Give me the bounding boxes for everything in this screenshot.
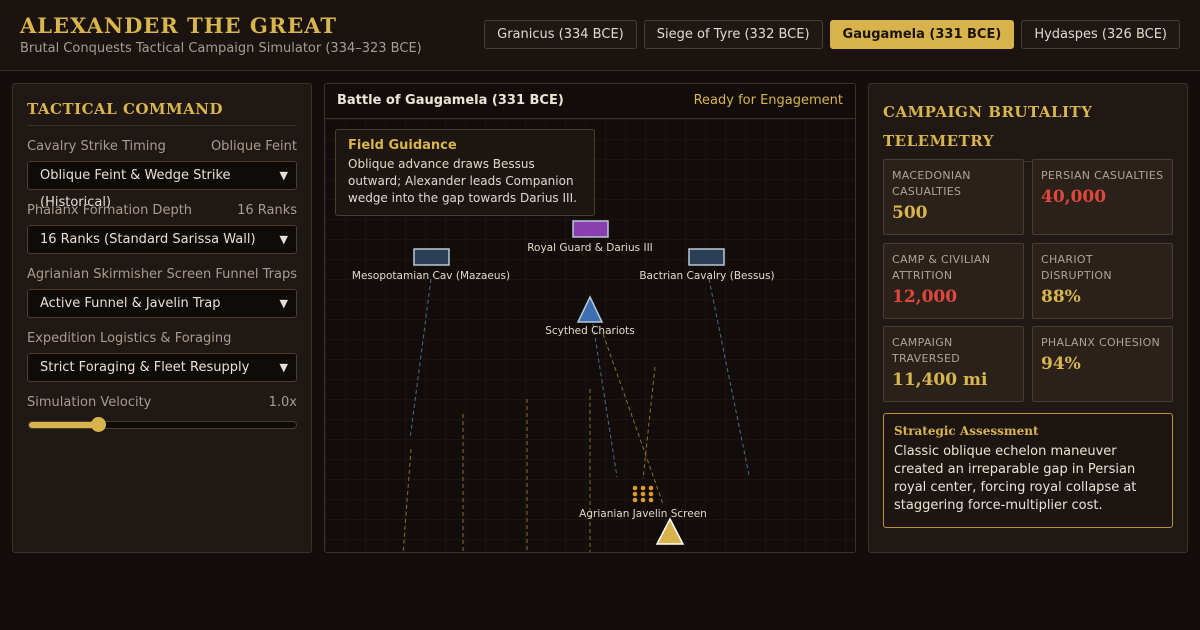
stat-value: 40,000 [1041,187,1107,207]
stat-value: 500 [892,203,928,223]
stat-label: CHARIOT DISRUPTION [1041,253,1112,282]
battle-title: Battle of Gaugamela (331 BCE) [337,93,564,108]
phalanx-depth-row: Phalanx Formation Depth 16 Ranks [27,203,297,218]
stat-label: CAMP & CIVILIAN ATTRITION [892,253,991,282]
stat-label: PERSIAN CASUALTIES [1041,169,1164,182]
scythed-chariots-label: Scythed Chariots [545,325,635,337]
bactrian-cavalry-label: Bactrian Cavalry (Bessus) [639,270,774,282]
tab-granicus[interactable]: Granicus (334 BCE) [484,20,637,49]
telemetry-title: CAMPAIGN BRUTALITY TELEMETRY [883,98,1173,162]
agrianian-skirmisher-unit[interactable] [632,485,654,503]
phalanx-depth-label: Phalanx Formation Depth [27,203,193,218]
logistics-selected: Strict Foraging & Fleet Resupply [40,360,250,375]
stat-label: MACEDONIAN CASUALTIES [892,169,971,198]
skirmisher-screen-select[interactable]: Active Funnel & Javelin Trap ▼ [27,289,297,318]
map-header: Battle of Gaugamela (331 BCE) Ready for … [325,84,855,119]
stat-value: 12,000 [892,287,958,307]
velocity-slider[interactable] [28,417,297,432]
stat-value: 11,400 mi [892,370,988,390]
cavalry-timing-value: Oblique Feint [210,139,297,154]
cavalry-timing-label: Cavalry Strike Timing [27,139,166,154]
field-guidance-title: Field Guidance [348,138,457,153]
phalanx-depth-selected: 16 Ranks (Standard Sarissa Wall) [40,232,256,247]
stat-value: 94% [1041,354,1081,374]
stat-label: PHALANX COHESION [1041,336,1161,349]
chevron-down-icon: ▼ [279,233,288,246]
agrianian-label: Agrianian Javelin Screen [579,508,707,520]
field-guidance-box: Field Guidance Oblique advance draws Bes… [335,129,595,216]
stat-macedonian-casualties: MACEDONIAN CASUALTIES 500 [883,159,1024,235]
battle-tabs: Granicus (334 BCE) Siege of Tyre (332 BC… [484,20,1180,49]
app-subtitle: Brutal Conquests Tactical Campaign Simul… [20,41,422,56]
chevron-down-icon: ▼ [279,169,288,182]
app-header: ALEXANDER THE GREAT Brutal Conquests Tac… [0,0,1200,71]
telemetry-panel: CAMPAIGN BRUTALITY TELEMETRY MACEDONIAN … [868,83,1188,553]
stat-civilian-attrition: CAMP & CIVILIAN ATTRITION 12,000 [883,243,1024,319]
velocity-row: Simulation Velocity 1.0x [27,395,297,410]
chevron-down-icon: ▼ [279,361,288,374]
app-title: ALEXANDER THE GREAT [20,13,338,38]
engagement-status: Ready for Engagement [693,93,843,108]
skirmisher-screen-value: Funnel Traps [215,267,297,282]
tab-hydaspes[interactable]: Hydaspes (326 BCE) [1021,20,1180,49]
stat-phalanx-cohesion: PHALANX COHESION 94% [1032,326,1173,402]
tab-siege-of-tyre[interactable]: Siege of Tyre (332 BCE) [643,20,823,49]
stat-label: CAMPAIGN TRAVERSED [892,336,960,365]
logistics-row: Expedition Logistics & Foraging [27,331,297,346]
cavalry-timing-select[interactable]: Oblique Feint & Wedge Strike (Historical… [27,161,297,210]
phalanx-depth-select[interactable]: 16 Ranks (Standard Sarissa Wall) ▼ [27,225,297,254]
phalanx-depth-value: 16 Ranks [237,203,297,218]
strategic-assessment-title: Strategic Assessment [894,424,1039,438]
royal-guard-label: Royal Guard & Darius III [527,242,653,254]
velocity-label: Simulation Velocity [27,395,152,410]
skirmisher-screen-selected: Active Funnel & Javelin Trap [40,296,221,311]
field-guidance-text: Oblique advance draws Bessus outward; Al… [348,157,577,205]
strategic-assessment-box: Strategic Assessment Classic oblique ech… [883,413,1173,528]
cavalry-timing-row: Cavalry Strike Timing Oblique Feint [27,139,297,154]
tab-gaugamela[interactable]: Gaugamela (331 BCE) [829,20,1015,49]
mesopotamian-cavalry-unit[interactable] [413,248,450,266]
tactical-command-panel: TACTICAL COMMAND Cavalry Strike Timing O… [12,83,312,553]
logistics-label: Expedition Logistics & Foraging [27,331,232,346]
stat-chariot-disruption: CHARIOT DISRUPTION 88% [1032,243,1173,319]
velocity-slider-fill [29,422,99,428]
mesopotamian-cavalry-label: Mesopotamian Cav (Mazaeus) [352,270,510,282]
royal-guard-unit[interactable] [572,220,609,238]
chevron-down-icon: ▼ [279,297,288,310]
stat-campaign-traversed: CAMPAIGN TRAVERSED 11,400 mi [883,326,1024,402]
battle-map-panel: Battle of Gaugamela (331 BCE) Ready for … [324,83,856,553]
velocity-slider-thumb[interactable] [91,417,107,432]
velocity-value: 1.0x [268,395,297,410]
logistics-select[interactable]: Strict Foraging & Fleet Resupply ▼ [27,353,297,382]
stat-value: 88% [1041,287,1081,307]
strategic-assessment-text: Classic oblique echelon maneuver created… [894,444,1137,513]
skirmisher-screen-row: Agrianian Skirmisher Screen Funnel Traps [27,267,297,282]
bactrian-cavalry-unit[interactable] [688,248,725,266]
stat-persian-casualties: PERSIAN CASUALTIES 40,000 [1032,159,1173,235]
tactical-command-title: TACTICAL COMMAND [27,100,297,126]
skirmisher-screen-label: Agrianian Skirmisher Screen [27,267,212,282]
